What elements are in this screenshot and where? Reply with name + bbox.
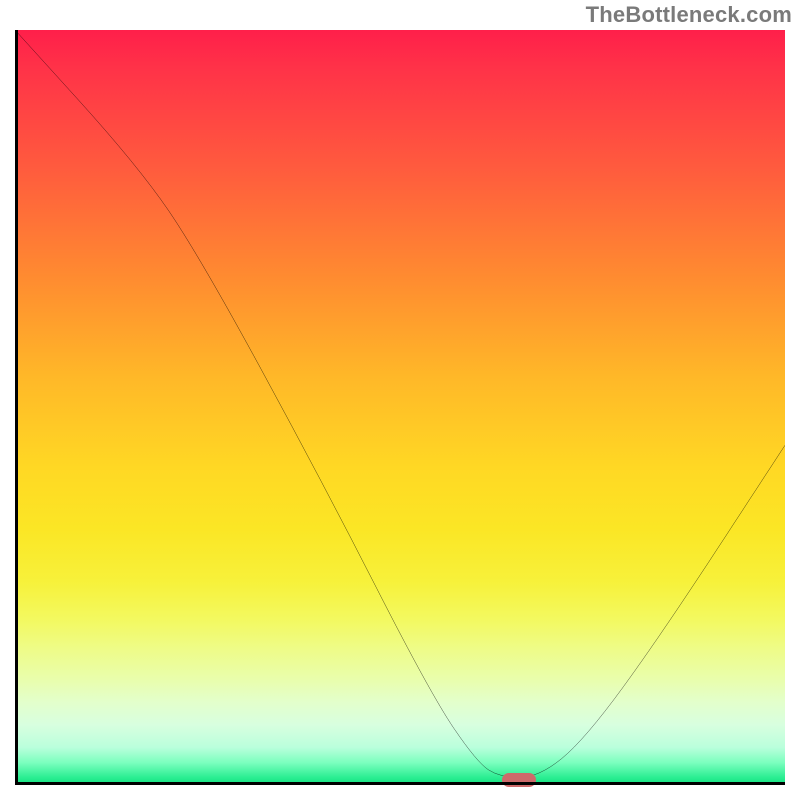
watermark-text: TheBottleneck.com	[586, 2, 792, 28]
figure-root: TheBottleneck.com	[0, 0, 800, 800]
curve-svg	[15, 30, 785, 785]
plot-area	[15, 30, 785, 785]
bottleneck-curve-path	[15, 30, 785, 777]
optimal-point-marker	[502, 773, 536, 787]
